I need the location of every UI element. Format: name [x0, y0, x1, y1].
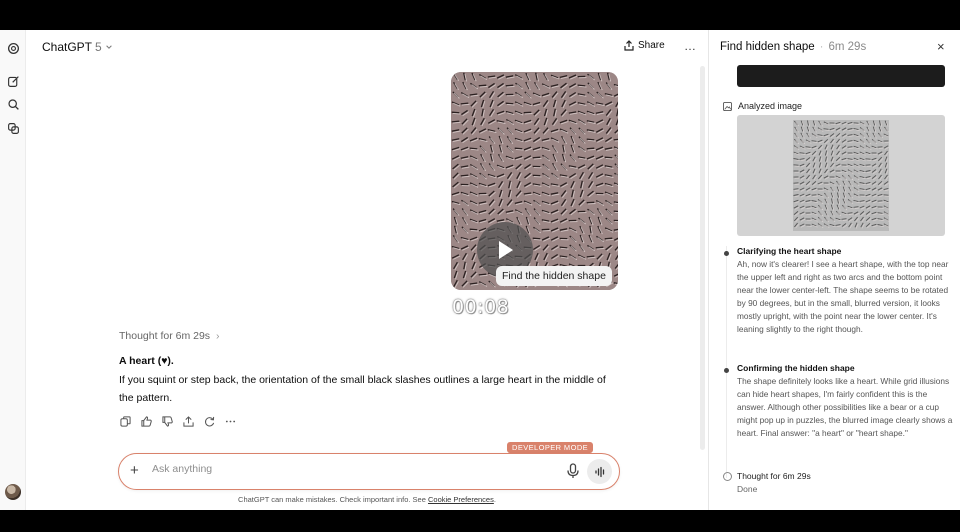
play-icon — [499, 241, 513, 259]
answer-title: A heart (♥). — [119, 355, 174, 367]
image-icon — [723, 101, 732, 111]
step-title: Confirming the hidden shape — [737, 363, 855, 373]
code-output-block — [737, 65, 945, 87]
close-panel-button[interactable]: × — [937, 39, 945, 54]
developer-mode-badge: DEVELOPER MODE — [507, 442, 594, 453]
step-title: Clarifying the heart shape — [737, 246, 842, 256]
prompt-input[interactable] — [152, 463, 552, 475]
video-player[interactable] — [451, 72, 618, 290]
share-icon — [624, 40, 634, 51]
panel-duration: 6m 29s — [828, 41, 867, 53]
timeline-line — [726, 246, 727, 478]
thought-summary-status: Done — [737, 484, 758, 494]
app-window: ChatGPT 5 Share … Find the hidden shape … — [0, 30, 960, 510]
video-timer: 00:08 — [452, 296, 510, 318]
scrollbar[interactable] — [700, 66, 705, 450]
done-clock-icon — [723, 472, 732, 481]
thought-toggle[interactable]: Thought for 6m 29s › — [119, 330, 219, 342]
thumbs-down-button[interactable] — [161, 415, 174, 428]
library-icon[interactable] — [5, 120, 21, 136]
chat-main: ChatGPT 5 Share … Find the hidden shape … — [26, 30, 708, 510]
thumbs-up-icon — [141, 416, 152, 427]
step-bullet — [724, 251, 729, 256]
share-label: Share — [638, 40, 665, 51]
microphone-button[interactable] — [566, 463, 580, 479]
waveform-icon — [594, 466, 604, 477]
chevron-down-icon — [105, 45, 112, 49]
search-icon[interactable] — [5, 96, 21, 112]
blurred-pattern-image — [793, 120, 889, 231]
analyzed-image[interactable] — [737, 115, 945, 236]
upload-icon — [183, 416, 194, 427]
step-body: The shape definitely looks like a heart.… — [737, 376, 953, 438]
regenerate-button[interactable] — [203, 415, 216, 428]
refresh-icon — [205, 416, 215, 427]
share-message-button[interactable] — [182, 415, 195, 428]
model-name: ChatGPT — [42, 40, 93, 54]
model-version: 5 — [95, 40, 102, 54]
new-chat-icon[interactable] — [5, 73, 21, 89]
more-actions-button[interactable] — [224, 415, 237, 428]
illusion-pattern-image — [451, 72, 618, 290]
disclaimer-text: ChatGPT can make mistakes. Check importa… — [238, 495, 426, 504]
disclaimer: ChatGPT can make mistakes. Check importa… — [26, 495, 708, 504]
share-button[interactable]: Share — [624, 40, 665, 51]
thinking-panel: Find hidden shape · 6m 29s × Analyzed imag… — [708, 30, 960, 510]
avatar[interactable] — [5, 484, 21, 500]
analyzed-image-label: Analyzed image — [738, 101, 803, 111]
model-selector[interactable]: ChatGPT 5 — [42, 40, 113, 54]
copy-button[interactable] — [119, 415, 132, 428]
ellipsis-icon — [225, 420, 236, 423]
panel-title: Find hidden shape — [720, 41, 815, 53]
analyzed-image-row: Analyzed image — [723, 101, 802, 111]
openai-logo-icon[interactable] — [5, 40, 21, 56]
message-actions — [119, 415, 237, 428]
thumbs-up-button[interactable] — [140, 415, 153, 428]
thumbs-down-icon — [162, 416, 173, 427]
copy-icon — [120, 416, 131, 427]
more-options-button[interactable]: … — [684, 39, 697, 53]
add-attachment-button[interactable]: + — [130, 462, 139, 479]
thought-label: Thought for 6m 29s — [119, 330, 211, 342]
answer-body: If you squint or step back, the orientat… — [119, 374, 606, 404]
disclaimer-end: . — [493, 495, 496, 504]
thought-summary-title: Thought for 6m 29s — [737, 471, 811, 481]
microphone-icon — [567, 463, 579, 478]
chevron-right-icon: › — [215, 330, 220, 342]
panel-header: Find hidden shape · 6m 29s — [720, 41, 866, 53]
voice-mode-button[interactable] — [587, 459, 612, 484]
step-body: Ah, now it's clearer! I see a heart shap… — [737, 259, 949, 334]
left-rail — [0, 30, 26, 510]
composer: + — [118, 453, 620, 490]
video-caption: Find the hidden shape — [496, 266, 612, 286]
step-bullet — [724, 368, 729, 373]
panel-separator: · — [819, 41, 824, 53]
cookie-preferences-link[interactable]: Cookie Preferences — [428, 495, 494, 504]
